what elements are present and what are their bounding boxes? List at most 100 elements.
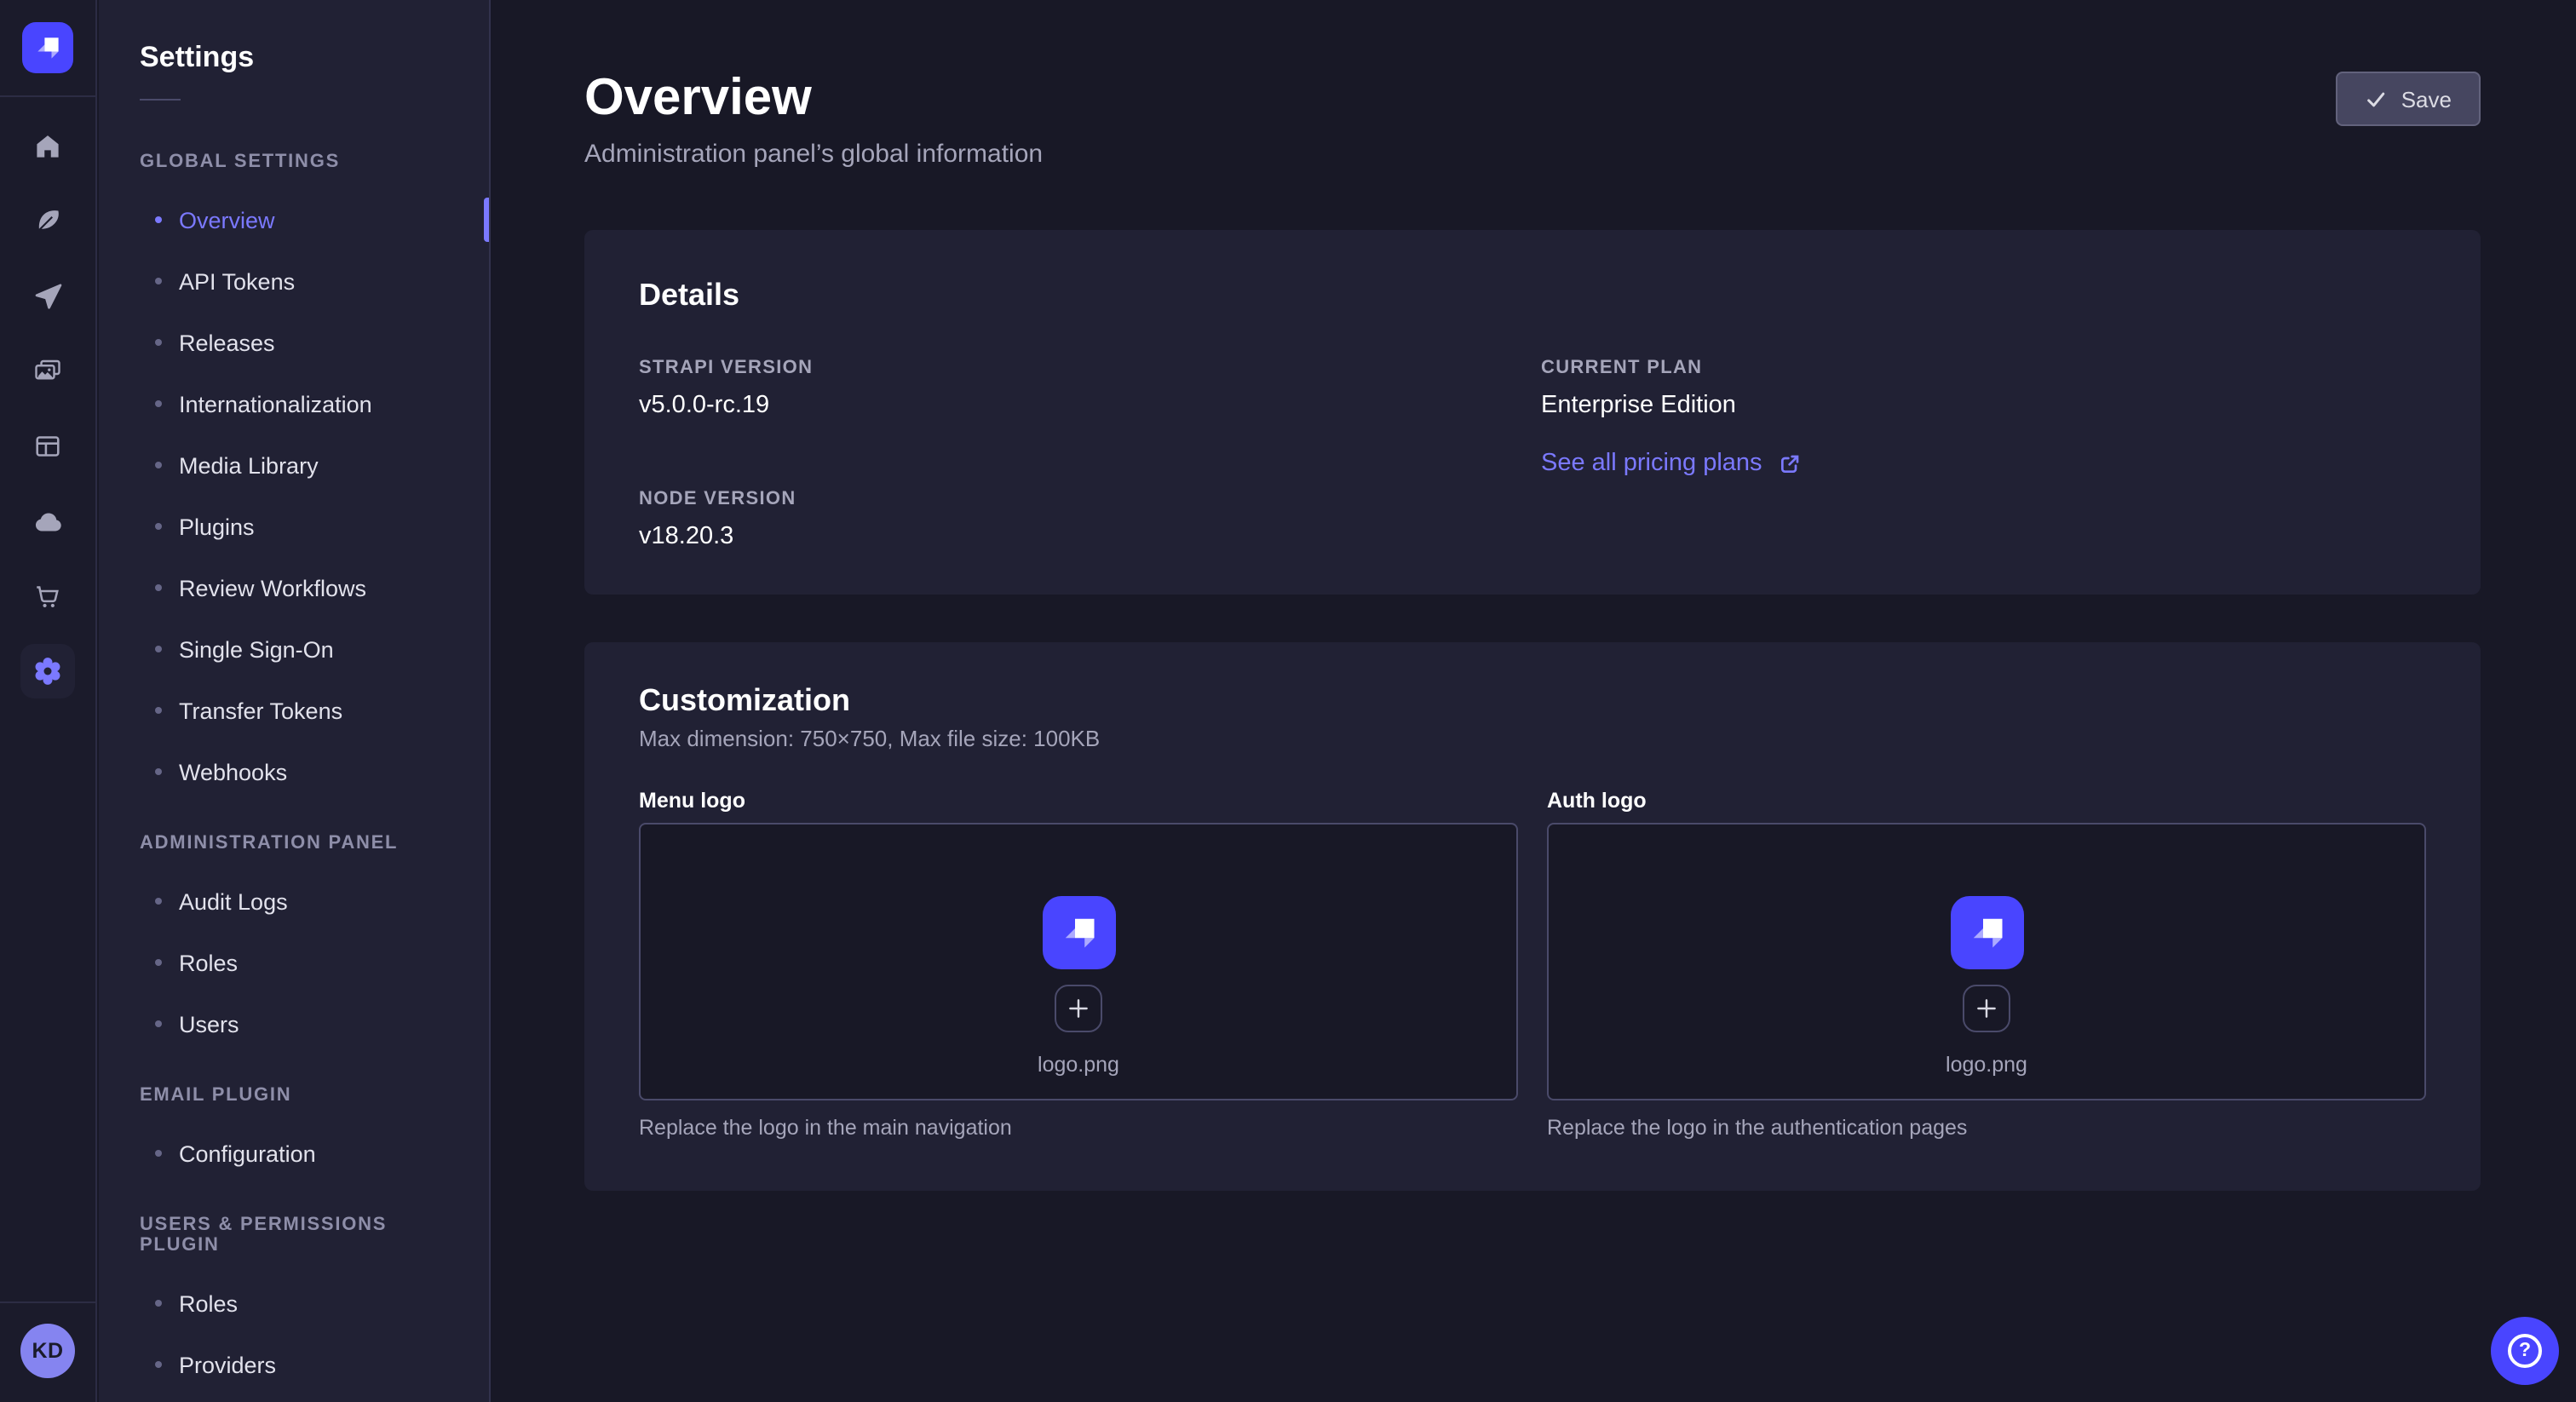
menu-logo-hint: Replace the logo in the main navigation (639, 1116, 1518, 1140)
subnav-item-label: Single Sign-On (179, 636, 334, 662)
customization-card-subtitle: Max dimension: 750×750, Max file size: 1… (639, 726, 2426, 751)
auth-logo-label: Auth logo (1547, 789, 2426, 813)
check-icon (2366, 88, 2388, 110)
subnav-item-label: Plugins (179, 514, 255, 539)
subnav-item-admin-users[interactable]: Users (99, 993, 489, 1054)
details-card: Details STRAPI VERSION v5.0.0-rc.19 NODE… (584, 230, 2481, 595)
logo-uploads: Menu logo logo.png (639, 789, 2426, 1140)
field-label: CURRENT PLAN (1541, 356, 2426, 380)
customization-card: Customization Max dimension: 750×750, Ma… (584, 642, 2481, 1191)
subnav-item-up-providers[interactable]: Providers (99, 1334, 489, 1395)
question-mark-icon: ? (2508, 1334, 2542, 1368)
feather-icon[interactable] (20, 194, 75, 249)
subnav-item-label: Review Workflows (179, 575, 366, 600)
subnav-item-review-workflows[interactable]: Review Workflows (99, 557, 489, 618)
main-content: Overview Administration panel’s global i… (492, 0, 2576, 1402)
brand-area (0, 0, 95, 97)
subnav-item-label: Roles (179, 950, 238, 975)
menu-logo-filename: logo.png (1038, 1053, 1119, 1077)
bullet-icon (155, 1150, 162, 1157)
bullet-icon (155, 462, 162, 468)
help-button[interactable]: ? (2491, 1317, 2559, 1385)
subnav-item-email-configuration[interactable]: Configuration (99, 1123, 489, 1184)
page-title: Overview (584, 68, 1043, 129)
strapi-logo-icon (1950, 896, 2023, 969)
auth-logo-filename: logo.png (1946, 1053, 2027, 1077)
bullet-icon (155, 523, 162, 530)
menu-logo-upload: Menu logo logo.png (639, 789, 1518, 1140)
home-icon[interactable] (20, 119, 75, 174)
media-images-icon[interactable] (20, 344, 75, 399)
subnav-item-admin-roles[interactable]: Roles (99, 932, 489, 993)
field-value: v18.20.3 (639, 520, 1524, 554)
settings-subnav: Settings GLOBAL SETTINGS Overview API To… (99, 0, 491, 1402)
rail-footer: KD (0, 1301, 95, 1402)
save-button[interactable]: Save (2337, 72, 2481, 126)
section-users-permissions-plugin: USERS & PERMISSIONS PLUGIN (140, 1215, 448, 1255)
strapi-logo-icon[interactable] (22, 22, 73, 73)
plus-icon[interactable] (1963, 985, 2010, 1032)
field-label: NODE VERSION (639, 487, 1524, 511)
plus-icon[interactable] (1055, 985, 1102, 1032)
subnav-item-releases[interactable]: Releases (99, 312, 489, 373)
subnav-item-webhooks[interactable]: Webhooks (99, 741, 489, 802)
subnav-item-label: Transfer Tokens (179, 698, 342, 723)
subnav-item-label: Audit Logs (179, 888, 288, 914)
page-header: Overview Administration panel’s global i… (584, 68, 2481, 169)
section-email-plugin: EMAIL PLUGIN (140, 1085, 448, 1106)
external-link-icon (1778, 451, 1803, 476)
field-value: v5.0.0-rc.19 (639, 388, 1524, 422)
subnav-item-single-sign-on[interactable]: Single Sign-On (99, 618, 489, 680)
bullet-icon (155, 898, 162, 905)
menu-logo-dropzone[interactable]: logo.png (639, 823, 1518, 1100)
gear-icon[interactable] (20, 644, 75, 698)
bullet-icon (155, 1300, 162, 1307)
rail-nav (20, 119, 75, 698)
user-avatar[interactable]: KD (20, 1324, 75, 1378)
strapi-version-field: STRAPI VERSION v5.0.0-rc.19 (639, 356, 1524, 422)
section-administration-panel: ADMINISTRATION PANEL (140, 833, 448, 853)
subnav-item-label: Webhooks (179, 759, 287, 784)
subnav-item-label: Overview (179, 207, 275, 233)
auth-logo-upload: Auth logo logo.png (1547, 789, 2426, 1140)
bullet-icon (155, 707, 162, 714)
current-plan-field: CURRENT PLAN Enterprise Edition (1541, 356, 2426, 422)
bullet-icon (155, 959, 162, 966)
subnav-item-label: Configuration (179, 1141, 316, 1166)
bullet-icon (155, 768, 162, 775)
cloud-icon[interactable] (20, 494, 75, 549)
subnav-item-up-roles[interactable]: Roles (99, 1273, 489, 1334)
layout-icon[interactable] (20, 419, 75, 474)
subnav-item-overview[interactable]: Overview (99, 189, 489, 250)
subnav-item-plugins[interactable]: Plugins (99, 496, 489, 557)
subnav-item-label: Providers (179, 1352, 276, 1377)
field-label: STRAPI VERSION (639, 356, 1524, 380)
subnav-item-label: Roles (179, 1290, 238, 1316)
paper-plane-icon[interactable] (20, 269, 75, 324)
page-subtitle: Administration panel’s global informatio… (584, 140, 1043, 169)
pricing-plans-link[interactable]: See all pricing plans (1541, 450, 1803, 477)
cart-icon[interactable] (20, 569, 75, 623)
node-version-field: NODE VERSION v18.20.3 (639, 487, 1524, 554)
bullet-icon (155, 400, 162, 407)
subnav-item-internationalization[interactable]: Internationalization (99, 373, 489, 434)
bullet-icon (155, 339, 162, 346)
subnav-title: Settings (140, 41, 489, 75)
bullet-icon (155, 216, 162, 223)
subnav-item-media-library[interactable]: Media Library (99, 434, 489, 496)
field-value: Enterprise Edition (1541, 388, 2426, 422)
details-fields: STRAPI VERSION v5.0.0-rc.19 NODE VERSION… (639, 356, 2426, 554)
subnav-item-label: API Tokens (179, 268, 295, 294)
strapi-admin-settings-page: KD Settings GLOBAL SETTINGS Overview API… (0, 0, 2576, 1402)
subnav-item-api-tokens[interactable]: API Tokens (99, 250, 489, 312)
menu-logo-label: Menu logo (639, 789, 1518, 813)
bullet-icon (155, 1361, 162, 1368)
subnav-item-label: Internationalization (179, 391, 372, 417)
auth-logo-dropzone[interactable]: logo.png (1547, 823, 2426, 1100)
main-nav-rail: KD (0, 0, 97, 1402)
pricing-link-label: See all pricing plans (1541, 450, 1762, 477)
bullet-icon (155, 278, 162, 284)
subnav-item-label: Media Library (179, 452, 319, 478)
subnav-item-audit-logs[interactable]: Audit Logs (99, 871, 489, 932)
subnav-item-transfer-tokens[interactable]: Transfer Tokens (99, 680, 489, 741)
